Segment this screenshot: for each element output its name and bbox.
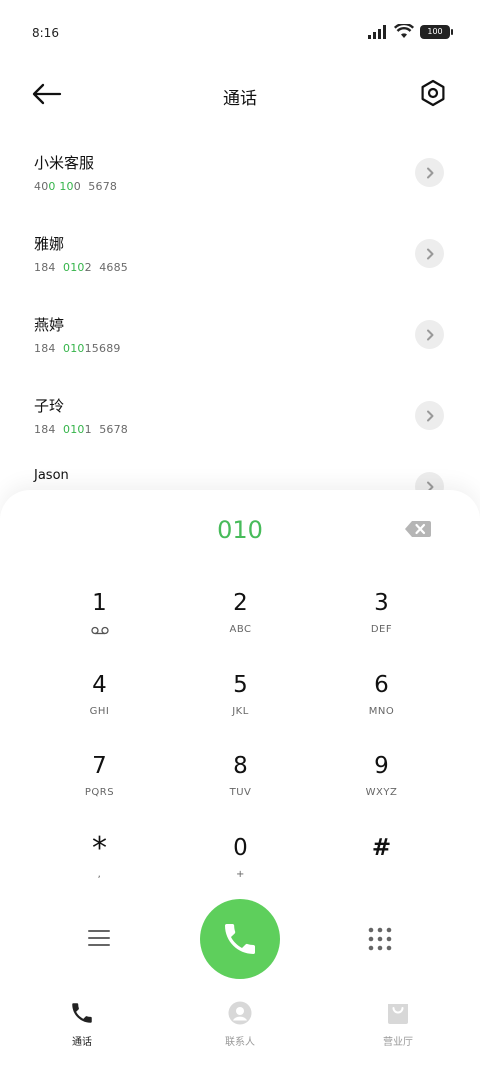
key-digit: 2 (233, 590, 248, 616)
chevron-right-icon[interactable] (415, 239, 444, 268)
keypad: 1 2 ABC 3 DEF 4 GHI 5 JKL 6 MNO 7 PQRS 8… (29, 587, 451, 913)
key-digit: 8 (233, 753, 248, 779)
contact-name: 雅娜 (34, 235, 65, 253)
contact-row[interactable]: 燕婷 184 01015689 (0, 296, 480, 377)
key-digit: 4 (92, 671, 107, 698)
contact-row[interactable]: 子玲 184 0101 5678 (0, 377, 480, 458)
settings-icon (421, 79, 445, 107)
backspace-button[interactable] (404, 520, 432, 538)
key-9[interactable]: 9 WXYZ (311, 750, 452, 832)
contact-name: 小米客服 (34, 154, 95, 172)
number-segment: 15689 (84, 342, 121, 355)
key-4[interactable]: 4 GHI (29, 669, 170, 751)
bottom-nav: 通话 联系人 营业厅 (0, 990, 480, 1067)
back-button[interactable] (30, 80, 66, 108)
key-5[interactable]: 5 JKL (170, 669, 311, 751)
number-segment: 184 (34, 342, 63, 355)
key-letters: , (97, 868, 102, 880)
header: 通话 (0, 72, 480, 116)
settings-button[interactable] (418, 78, 448, 108)
key-letters: ABC (229, 624, 252, 635)
nav-item-contacts[interactable]: 联系人 (190, 1000, 290, 1048)
wifi-icon (394, 24, 414, 38)
key-7[interactable]: 7 PQRS (29, 750, 170, 832)
key-8[interactable]: 8 TUV (170, 750, 311, 832)
key-letters: WXYZ (365, 787, 398, 798)
number-segment: 184 (34, 261, 63, 274)
key-3[interactable]: 3 DEF (311, 587, 452, 669)
number-match-highlight: 0 (48, 180, 56, 193)
number-match-highlight: 010 (63, 342, 85, 355)
contact-row[interactable]: 小米客服 400 100 5678 (0, 134, 480, 215)
key-letters: MNO (368, 705, 395, 717)
key-2[interactable]: 2 ABC (170, 587, 311, 669)
battery-icon: 100 (420, 24, 453, 39)
keypad-toggle-button[interactable] (368, 927, 392, 951)
key-letters: PQRS (84, 787, 115, 798)
key-digit: 7 (92, 753, 107, 779)
menu-icon (88, 930, 110, 946)
voicemail-icon (90, 626, 109, 635)
action-row (0, 899, 480, 979)
back-arrow-icon (32, 83, 62, 105)
nav-label: 通话 (72, 1037, 92, 1048)
status-bar: 8:16 100 (0, 0, 480, 66)
phone-icon (72, 1003, 92, 1023)
number-segment: 2 4685 (84, 261, 128, 274)
status-icons: 100 (368, 24, 453, 39)
number-segment: 0 5678 (73, 180, 118, 193)
chevron-right-icon[interactable] (415, 401, 444, 430)
number-match-highlight: 010 (63, 423, 85, 436)
key-letters: GHI (89, 705, 110, 717)
battery-level: 100 (427, 27, 443, 36)
chevron-right-icon[interactable] (415, 320, 444, 349)
key-digit: # (371, 834, 392, 861)
phone-icon (225, 924, 255, 954)
chevron-right-icon[interactable] (415, 158, 444, 187)
key-letters: + (236, 868, 245, 880)
call-button[interactable] (200, 899, 280, 979)
key-digit: 6 (374, 671, 389, 698)
key-letters: TUV (229, 787, 252, 798)
nav-label: 营业厅 (383, 1037, 413, 1048)
dialer-panel: 010 1 2 ABC 3 DEF 4 GHI 5 JKL 6 MNO 7 PQ… (0, 490, 480, 1067)
number-match-highlight: 010 (63, 261, 85, 274)
menu-button[interactable] (88, 929, 110, 947)
key-letters: DEF (370, 624, 393, 635)
contacts-icon (228, 1001, 252, 1025)
contact-name: 燕婷 (34, 316, 65, 334)
nav-item-calls[interactable]: 通话 (32, 1000, 132, 1048)
backspace-icon (405, 521, 431, 537)
key-digit: 0 (233, 834, 248, 861)
number-segment: 184 (34, 423, 63, 436)
shopping-bag-icon (388, 1004, 408, 1024)
key-6[interactable]: 6 MNO (311, 669, 452, 751)
contact-number: 184 0102 4685 (34, 261, 128, 274)
contact-number: 184 01015689 (34, 342, 121, 355)
contact-number: 184 0101 5678 (34, 423, 128, 436)
key-digit: * (92, 830, 107, 866)
page-title: 通话 (223, 89, 257, 109)
key-digit: 3 (374, 590, 389, 616)
key-letters: JKL (232, 705, 249, 717)
contact-number: 400 100 5678 (34, 180, 117, 193)
key-digit: 9 (374, 753, 389, 779)
signal-icon (368, 24, 386, 39)
number-segment: 40 (34, 180, 49, 193)
nav-item-store[interactable]: 营业厅 (348, 1000, 448, 1048)
number-match-highlight: 10 (59, 180, 74, 193)
contact-name: Jason (34, 468, 69, 483)
number-segment: 1 5678 (84, 423, 128, 436)
contact-name: 子玲 (34, 397, 65, 415)
status-time: 8:16 (32, 26, 59, 40)
nav-label: 联系人 (225, 1037, 255, 1048)
key-digit: 5 (233, 671, 248, 698)
contact-list: 小米客服 400 100 5678 雅娜 184 0102 4685 燕婷 18… (0, 134, 480, 539)
key-digit: 1 (92, 590, 107, 616)
dialpad-icon (368, 927, 392, 951)
key-1[interactable]: 1 (29, 587, 170, 669)
contact-row[interactable]: 雅娜 184 0102 4685 (0, 215, 480, 296)
